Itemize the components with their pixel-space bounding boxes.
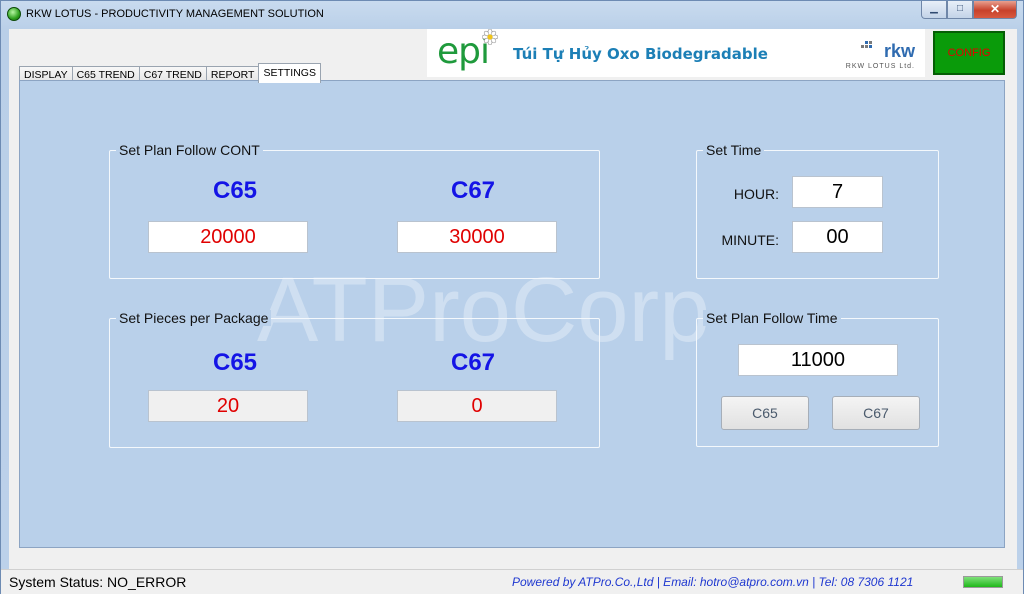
plan-time-c67-button[interactable]: C67: [832, 396, 920, 430]
plan-time-c65-button[interactable]: C65: [721, 396, 809, 430]
status-bar: System Status: NO_ERROR Powered by ATPro…: [1, 569, 1023, 594]
pieces-group: Set Pieces per Package C65 C67 20 0: [109, 310, 600, 448]
pieces-c67-label: C67: [450, 349, 496, 376]
pieces-c65-input[interactable]: 20: [148, 390, 308, 422]
system-status: System Status: NO_ERROR: [9, 574, 187, 590]
plan-time-title: Set Plan Follow Time: [703, 310, 841, 326]
pieces-c67-input[interactable]: 0: [397, 390, 557, 422]
rkw-logo: rkw RKW LOTUS Ltd.: [815, 35, 915, 73]
rkw-wordmark: rkw: [883, 41, 915, 61]
maximize-button[interactable]: □: [947, 1, 973, 19]
status-progress-fill: [964, 577, 1002, 587]
rkw-dots-icon: [861, 41, 872, 48]
app-icon: [7, 7, 21, 21]
banner-slogan: Túi Tự Hủy Oxo Biodegradable: [513, 45, 768, 63]
set-time-title: Set Time: [703, 142, 765, 158]
pieces-c65-label: C65: [212, 349, 258, 376]
tab-settings[interactable]: SETTINGS: [258, 63, 321, 83]
plan-cont-c67-input[interactable]: 30000: [397, 221, 557, 253]
plan-cont-c67-label: C67: [450, 177, 496, 204]
minute-input[interactable]: 00: [792, 221, 883, 253]
rkw-subtitle: RKW LOTUS Ltd.: [845, 63, 915, 70]
plan-cont-c65-input[interactable]: 20000: [148, 221, 308, 253]
close-button[interactable]: ✕: [973, 1, 1017, 19]
window-controls: ▁ □ ✕: [921, 1, 1017, 19]
powered-by: Powered by ATPro.Co.,Ltd | Email: hotro@…: [512, 575, 914, 589]
daisy-icon: [482, 29, 498, 45]
title-bar[interactable]: RKW LOTUS - PRODUCTIVITY MANAGEMENT SOLU…: [1, 1, 1023, 29]
window-title: RKW LOTUS - PRODUCTIVITY MANAGEMENT SOLU…: [26, 8, 324, 20]
plan-cont-group: Set Plan Follow CONT C65 C67 20000 30000: [109, 142, 600, 279]
hour-label: HOUR:: [733, 186, 779, 202]
hour-input[interactable]: 7: [792, 176, 883, 208]
plan-time-input[interactable]: 11000: [738, 344, 898, 376]
minimize-button[interactable]: ▁: [921, 1, 947, 19]
config-button[interactable]: CONFIG: [933, 31, 1005, 75]
minute-label: MINUTE:: [721, 232, 779, 248]
plan-cont-title: Set Plan Follow CONT: [116, 142, 263, 158]
logo-banner: epi Túi Tự Hủy Oxo Biodegradable rkw RKW…: [427, 29, 925, 77]
plan-cont-c65-label: C65: [212, 177, 258, 204]
status-progress-bar: [963, 576, 1003, 588]
settings-page: ATProCorp Set Plan Follow CONT C65 C67 2…: [19, 80, 1005, 548]
plan-time-group: Set Plan Follow Time 11000 C65 C67: [696, 310, 939, 447]
app-window: RKW LOTUS - PRODUCTIVITY MANAGEMENT SOLU…: [0, 0, 1024, 594]
set-time-group: Set Time HOUR: 7 MINUTE: 00: [696, 142, 939, 279]
pieces-title: Set Pieces per Package: [116, 310, 272, 326]
